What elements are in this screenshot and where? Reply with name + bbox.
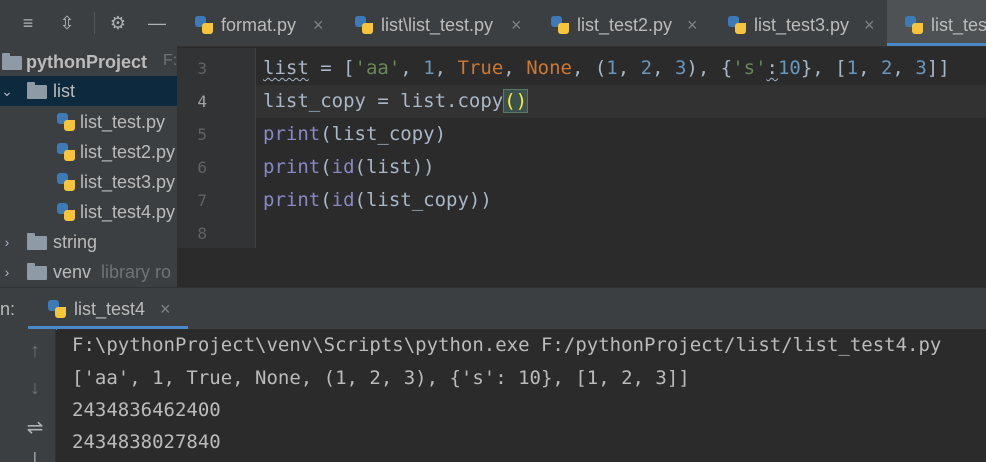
- python-file-icon: [728, 16, 746, 34]
- collapse-all-icon[interactable]: ≡: [17, 12, 39, 34]
- python-file-icon: [57, 113, 75, 131]
- python-file-icon: [57, 203, 75, 221]
- tree-file-label: list_test.py: [80, 112, 166, 132]
- toolbar-divider: [94, 12, 95, 34]
- line-number: 3: [197, 59, 207, 78]
- tree-folder-label: venv: [53, 262, 92, 282]
- run-side-toolbar: ↑ ↓ ⇌ ⊥: [0, 329, 56, 462]
- tab-label: list_test3.py: [754, 15, 850, 35]
- close-icon[interactable]: ×: [313, 0, 324, 46]
- tab-label: format.py: [221, 15, 297, 35]
- run-tab-list-test4[interactable]: list_test4 ×: [28, 288, 188, 330]
- run-panel-title: n:: [0, 299, 16, 319]
- run-tab-label: list_test4: [74, 299, 146, 319]
- tree-folder-list[interactable]: ⌄ list: [0, 76, 177, 106]
- tab-list-test-py[interactable]: list\list_test.py ×: [337, 0, 533, 46]
- tree-folder-label: list: [53, 81, 75, 101]
- tree-folder-label: string: [53, 232, 98, 252]
- close-icon[interactable]: ×: [687, 0, 698, 46]
- code-line[interactable]: print(id(list_copy)): [263, 184, 492, 217]
- line-number: 4: [197, 92, 207, 111]
- python-file-icon: [195, 16, 213, 34]
- chevron-down-icon[interactable]: ⌄: [0, 76, 14, 106]
- expand-icon[interactable]: ⇳: [56, 12, 78, 34]
- chevron-right-icon[interactable]: ›: [0, 257, 14, 287]
- tree-file-list-test[interactable]: list_test.py: [0, 107, 177, 137]
- tree-file-label: list_test2.py: [80, 142, 176, 162]
- console-line: 2434838027840: [72, 431, 221, 453]
- tree-folder-venv[interactable]: › venv library ro: [0, 257, 177, 287]
- chevron-right-icon[interactable]: ›: [0, 227, 14, 257]
- tab-format-py[interactable]: format.py ×: [177, 0, 337, 46]
- line-number: 6: [197, 158, 207, 177]
- folder-icon: [27, 82, 47, 99]
- tab-label: list_test2.py: [577, 15, 673, 35]
- project-toolbar: ≡ ⇳ ⚙ —: [0, 0, 177, 47]
- tree-folder-string[interactable]: › string: [0, 227, 177, 257]
- console-line: 2434836462400: [72, 399, 221, 421]
- tree-root-pythonproject[interactable]: pythonProject: [0, 47, 177, 77]
- folder-icon: [27, 233, 47, 250]
- tab-list-test2-py[interactable]: list_test2.py ×: [533, 0, 710, 46]
- code-line[interactable]: print(id(list)): [263, 151, 435, 184]
- tab-label: list\list_test.py: [381, 15, 494, 35]
- tree-file-label: list_test3.py: [80, 172, 176, 192]
- python-file-icon: [57, 143, 75, 161]
- console-line: F:\pythonProject\venv\Scripts\python.exe…: [72, 334, 942, 356]
- tree-root-label: pythonProject: [26, 52, 148, 72]
- tab-list-test3-py[interactable]: list_test3.py ×: [710, 0, 887, 46]
- minimize-icon[interactable]: —: [146, 12, 168, 34]
- python-file-icon: [551, 16, 569, 34]
- close-icon[interactable]: ×: [511, 0, 522, 46]
- fold-guide: [255, 48, 256, 248]
- code-editor[interactable]: 3 4 5 6 7 8 list = ['aa', 1, True, None,…: [177, 48, 986, 248]
- python-file-icon: [905, 16, 923, 34]
- tree-file-list-test4[interactable]: list_test4.py: [0, 197, 177, 227]
- line-number: 5: [197, 125, 207, 144]
- code-line[interactable]: list = ['aa', 1, True, None, (1, 2, 3), …: [263, 52, 950, 85]
- tab-label: list_tes: [931, 15, 986, 35]
- arrow-up-icon[interactable]: ↑: [22, 338, 48, 364]
- tree-file-list-test3[interactable]: list_test3.py: [0, 167, 177, 197]
- line-number: 8: [197, 224, 207, 243]
- python-file-icon: [57, 173, 75, 191]
- tab-list-test4-py[interactable]: list_tes: [887, 0, 986, 46]
- console-line: ['aa', 1, True, None, (1, 2, 3), {'s': 1…: [72, 367, 690, 389]
- line-number: 7: [197, 191, 207, 210]
- close-icon[interactable]: ×: [864, 0, 875, 46]
- editor-tab-bar: format.py × list\list_test.py × list_tes…: [177, 0, 986, 47]
- project-panel: ≡ ⇳ ⚙ — pythonProject F: ⌄ list list_tes…: [0, 0, 177, 287]
- tree-file-list-test2[interactable]: list_test2.py: [0, 137, 177, 167]
- line-number-gutter: 3 4 5 6 7 8: [177, 48, 255, 248]
- root-path-fragment: F:: [163, 52, 177, 69]
- soft-wrap-icon[interactable]: ⇌: [22, 415, 48, 441]
- tree-file-label: list_test4.py: [80, 202, 176, 222]
- gear-icon[interactable]: ⚙: [107, 12, 129, 34]
- run-console-output[interactable]: F:\pythonProject\venv\Scripts\python.exe…: [57, 329, 986, 462]
- code-line[interactable]: print(list_copy): [263, 118, 446, 151]
- code-line[interactable]: list_copy = list.copy(): [263, 85, 529, 118]
- folder-icon: [2, 53, 22, 70]
- python-file-icon: [355, 16, 373, 34]
- library-root-hint: library ro: [101, 262, 172, 282]
- python-file-icon: [48, 300, 66, 318]
- print-icon[interactable]: ⊥: [22, 447, 48, 462]
- arrow-down-icon[interactable]: ↓: [22, 375, 48, 401]
- close-icon[interactable]: ×: [160, 288, 171, 330]
- folder-icon: [27, 263, 47, 280]
- run-tool-window-header: n: list_test4 ×: [0, 287, 986, 330]
